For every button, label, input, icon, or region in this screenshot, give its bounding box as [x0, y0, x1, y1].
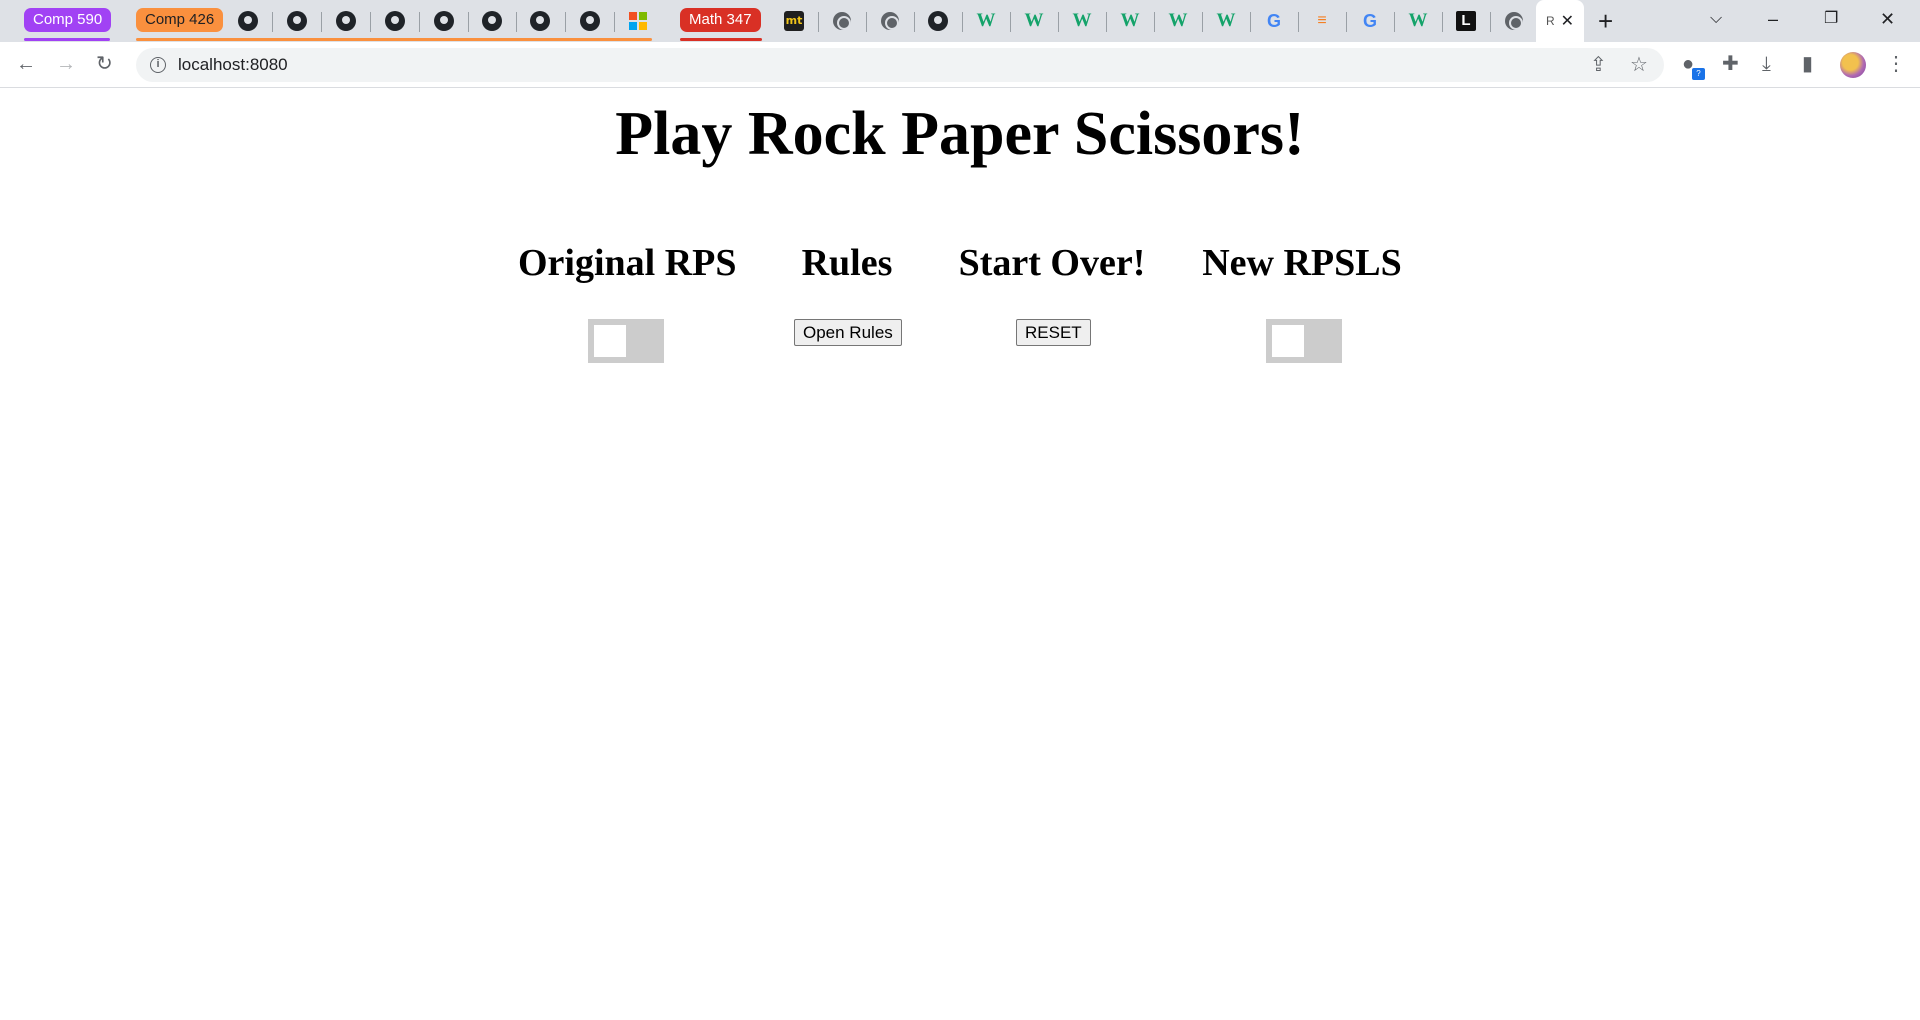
w-icon: W	[1120, 10, 1140, 31]
browser-tab[interactable]: W	[962, 0, 1010, 42]
rules-column: Rules	[790, 241, 904, 285]
side-panel-icon[interactable]: ▮	[1802, 52, 1813, 76]
github-icon	[238, 11, 258, 31]
browser-tab[interactable]	[224, 0, 272, 42]
menu-kebab-icon[interactable]: ⋮	[1886, 52, 1906, 76]
original-rps-column: Original RPS	[518, 241, 737, 285]
profile-avatar[interactable]	[1840, 52, 1866, 78]
tab-group-comp-590[interactable]: Comp 590	[24, 8, 112, 32]
browser-tab[interactable]	[566, 0, 614, 42]
browser-tab[interactable]	[914, 0, 962, 42]
browser-tab[interactable]	[866, 0, 914, 42]
w-icon: W	[1408, 10, 1428, 31]
browser-tab[interactable]: W	[1058, 0, 1106, 42]
address-bar[interactable]: i localhost:8080 ⇪ ☆	[136, 48, 1664, 82]
github-icon	[434, 11, 454, 31]
tab-strip: Comp 590 Comp 426 Math 347 mt W W W W W …	[0, 0, 1920, 42]
microsoft-icon	[629, 12, 647, 30]
browser-tab[interactable]: W	[1010, 0, 1058, 42]
new-tab-button[interactable]: +	[1598, 6, 1613, 36]
github-icon	[928, 11, 948, 31]
close-window-icon[interactable]: ✕	[1880, 6, 1895, 32]
close-tab-icon[interactable]: ✕	[1561, 11, 1574, 31]
new-rpsls-toggle[interactable]	[1266, 319, 1342, 363]
puzzle-extensions-icon[interactable]: ✚	[1722, 52, 1739, 76]
browser-tab[interactable]	[420, 0, 468, 42]
browser-tab[interactable]: W	[1202, 0, 1250, 42]
minimize-icon[interactable]: –	[1768, 6, 1778, 32]
browser-tab[interactable]	[322, 0, 370, 42]
page-title: Play Rock Paper Scissors!	[615, 100, 1305, 168]
mt-icon: mt	[784, 11, 804, 31]
globe-icon	[881, 12, 899, 30]
w-icon: W	[976, 10, 996, 31]
tab-group-math-347[interactable]: Math 347	[680, 8, 761, 32]
toggle-knob	[1272, 325, 1304, 357]
browser-tab[interactable]: L	[1442, 0, 1490, 42]
page-content: Play Rock Paper Scissors! Original RPS R…	[0, 89, 1920, 1020]
w-icon: W	[1168, 10, 1188, 31]
browser-tab[interactable]: ≡	[1298, 0, 1346, 42]
url-text: localhost:8080	[178, 55, 288, 74]
browser-tab[interactable]: W	[1154, 0, 1202, 42]
original-rps-toggle[interactable]	[588, 319, 664, 363]
tab-search-icon[interactable]: ⌵	[1710, 6, 1722, 32]
active-tab[interactable]: R ✕	[1536, 0, 1584, 42]
browser-tab[interactable]: mt	[770, 0, 818, 42]
browser-tab[interactable]: W	[1394, 0, 1442, 42]
reload-icon[interactable]: ↻	[96, 51, 113, 77]
active-tab-title: R	[1545, 14, 1555, 28]
browser-tab[interactable]	[516, 0, 564, 42]
start-over-column: Start Over!	[958, 241, 1146, 285]
site-info-icon[interactable]: i	[150, 57, 166, 73]
extension-badge: ?	[1692, 68, 1705, 80]
new-rpsls-column: New RPSLS	[1202, 241, 1402, 285]
w-icon: W	[1024, 10, 1044, 31]
google-icon: G	[1362, 10, 1377, 31]
tab-group-underline	[24, 38, 110, 41]
github-icon	[287, 11, 307, 31]
reset-button[interactable]: RESET	[1016, 319, 1091, 346]
tab-group-comp-426[interactable]: Comp 426	[136, 8, 224, 32]
back-icon[interactable]: ←	[16, 51, 36, 77]
github-icon	[530, 11, 550, 31]
browser-tab[interactable]	[1490, 0, 1538, 42]
browser-tab[interactable]	[614, 0, 662, 42]
forward-icon[interactable]: →	[56, 51, 76, 77]
browser-tab[interactable]: G	[1250, 0, 1298, 42]
browser-tab[interactable]: W	[1106, 0, 1154, 42]
github-icon	[385, 11, 405, 31]
share-icon[interactable]: ⇪	[1590, 54, 1607, 76]
browser-tab[interactable]: G	[1346, 0, 1394, 42]
w-icon: W	[1072, 10, 1092, 31]
google-icon: G	[1266, 10, 1281, 31]
browser-tab[interactable]	[371, 0, 419, 42]
restore-icon[interactable]: ❐	[1824, 6, 1838, 32]
browser-toolbar: ← → ↻ i localhost:8080 ⇪ ☆ ● ? ✚ ⤓ ▮ ⋮	[0, 42, 1920, 88]
rules-heading: Rules	[801, 242, 893, 284]
stackoverflow-icon: ≡	[1317, 12, 1327, 29]
w-icon: W	[1216, 10, 1236, 31]
globe-icon	[1505, 12, 1523, 30]
open-rules-button[interactable]: Open Rules	[794, 319, 902, 346]
github-icon	[580, 11, 600, 31]
browser-tab[interactable]	[273, 0, 321, 42]
bookmark-star-icon[interactable]: ☆	[1630, 54, 1648, 76]
download-icon[interactable]: ⤓	[1762, 52, 1771, 76]
original-rps-heading: Original RPS	[518, 242, 737, 284]
start-over-heading: Start Over!	[958, 242, 1146, 284]
github-icon	[336, 11, 356, 31]
globe-icon	[833, 12, 851, 30]
github-icon	[482, 11, 502, 31]
new-rpsls-heading: New RPSLS	[1202, 242, 1402, 284]
l-icon: L	[1456, 11, 1476, 31]
toggle-knob	[594, 325, 626, 357]
browser-tab[interactable]	[468, 0, 516, 42]
tab-group-underline	[680, 38, 762, 41]
browser-tab[interactable]	[818, 0, 866, 42]
